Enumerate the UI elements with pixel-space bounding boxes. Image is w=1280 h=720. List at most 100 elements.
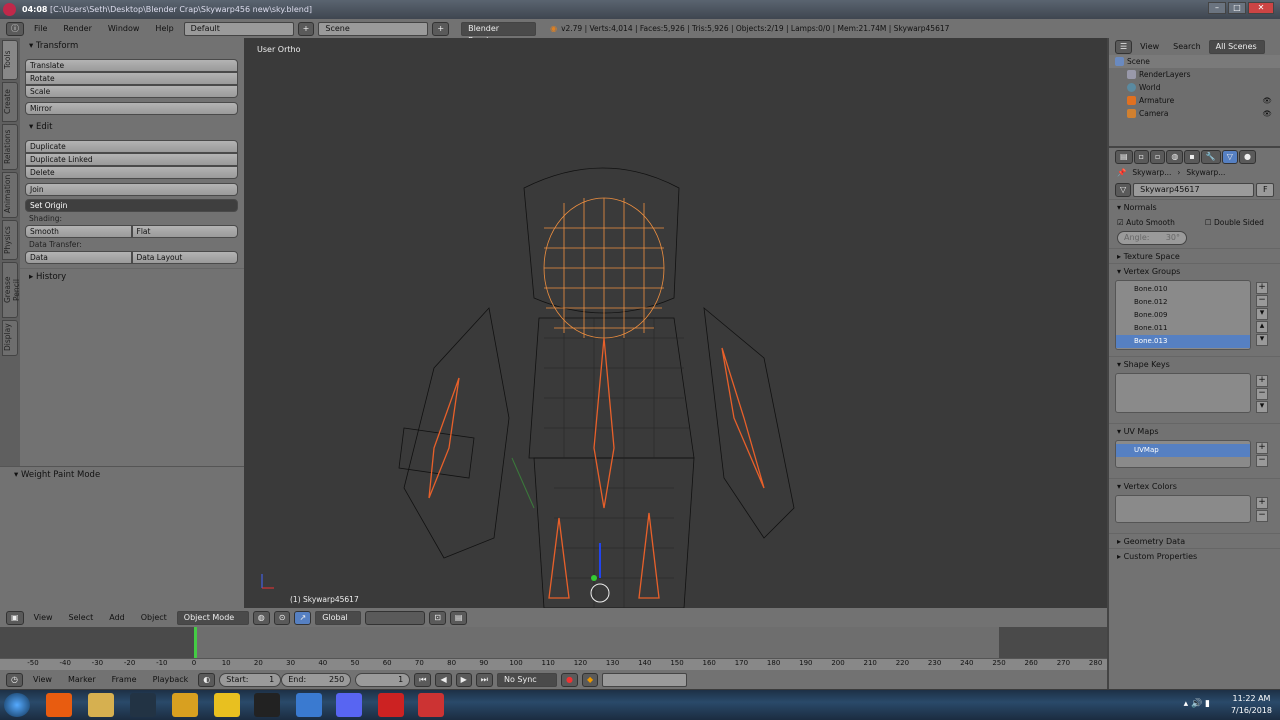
- steam-taskbar-icon[interactable]: [130, 693, 156, 717]
- play-button[interactable]: ▶: [455, 672, 472, 687]
- opera-taskbar-icon[interactable]: [378, 693, 404, 717]
- editor-type-timeline-button[interactable]: ◷: [6, 672, 23, 687]
- shape-key-specials-button[interactable]: ▾: [1256, 401, 1268, 413]
- menu-timeline-view[interactable]: View: [27, 675, 58, 684]
- vertex-group-item[interactable]: Bone.011: [1116, 322, 1250, 335]
- pin-icon[interactable]: 📌: [1117, 165, 1126, 181]
- tray-icons[interactable]: ▴ 🔊 ▮: [1184, 699, 1210, 709]
- scale-button[interactable]: Scale: [25, 85, 238, 98]
- outliner-item-camera[interactable]: Camera 👁: [1109, 107, 1280, 120]
- rotate-button[interactable]: Rotate: [25, 72, 238, 85]
- uv-map-list[interactable]: UVMap: [1115, 440, 1251, 468]
- scene-tab-icon[interactable]: ▫: [1149, 149, 1166, 164]
- render-engine-select[interactable]: Blender Render: [461, 21, 537, 45]
- manipulator-translate-button[interactable]: ↗: [294, 610, 312, 625]
- vertex-color-list[interactable]: [1115, 495, 1251, 523]
- world-tab-icon[interactable]: ◍: [1166, 149, 1184, 164]
- snap-button[interactable]: ⊡: [429, 610, 446, 625]
- layers-grid[interactable]: [365, 610, 426, 625]
- render-button[interactable]: ▤: [449, 610, 468, 625]
- vertex-group-item[interactable]: Bone.010: [1116, 283, 1250, 296]
- mirror-button[interactable]: Mirror: [25, 102, 238, 115]
- outliner-search-menu[interactable]: Search: [1167, 42, 1206, 51]
- vertex-groups-panel-header[interactable]: ▾ Vertex Groups: [1109, 263, 1280, 278]
- outliner-view-menu[interactable]: View: [1134, 42, 1165, 51]
- uv-map-item[interactable]: UVMap: [1116, 444, 1250, 457]
- editor-type-outliner-button[interactable]: ☰: [1115, 39, 1133, 54]
- app3-taskbar-icon[interactable]: [296, 693, 322, 717]
- keying-set-field[interactable]: [602, 672, 688, 687]
- remove-uv-map-button[interactable]: −: [1256, 455, 1268, 467]
- shape-keys-panel-header[interactable]: ▾ Shape Keys: [1109, 356, 1280, 371]
- data-layout-button[interactable]: Data Layout: [131, 251, 238, 264]
- vertex-group-specials-button[interactable]: ▾: [1256, 308, 1268, 320]
- custom-properties-panel-header[interactable]: ▸ Custom Properties: [1109, 548, 1280, 563]
- tab-grease-pencil[interactable]: Grease Pencil: [2, 262, 21, 318]
- delete-button[interactable]: Delete: [25, 166, 238, 179]
- double-sided-checkbox[interactable]: ☐ Double Sided: [1205, 218, 1264, 227]
- remove-vertex-color-button[interactable]: −: [1256, 510, 1268, 522]
- epic-games-taskbar-icon[interactable]: [254, 693, 280, 717]
- viewport-shading-button[interactable]: ◍: [252, 610, 270, 625]
- sync-mode-select[interactable]: No Sync: [496, 672, 557, 687]
- add-uv-map-button[interactable]: +: [1256, 442, 1268, 454]
- add-scene-button[interactable]: +: [432, 21, 450, 36]
- mesh-data-tab-icon[interactable]: ▽: [1221, 149, 1238, 164]
- menu-playback[interactable]: Playback: [147, 675, 195, 684]
- outliner-item-armature[interactable]: Armature 👁: [1109, 94, 1280, 107]
- render-tab-icon[interactable]: ▫: [1133, 149, 1149, 164]
- menu-file[interactable]: File: [28, 24, 53, 33]
- outliner-item-world[interactable]: World: [1109, 81, 1280, 94]
- outliner-filter-select[interactable]: All Scenes: [1208, 39, 1265, 54]
- auto-smooth-checkbox[interactable]: ☑ Auto Smooth: [1117, 218, 1175, 227]
- tab-display[interactable]: Display: [2, 320, 18, 356]
- preview-range-button[interactable]: ◐: [198, 672, 216, 687]
- material-tab-icon[interactable]: ●: [1238, 149, 1256, 164]
- move-up-button[interactable]: ▴: [1256, 321, 1268, 333]
- end-frame-field[interactable]: End: 250: [281, 672, 352, 687]
- record-button[interactable]: ●: [560, 672, 578, 687]
- tab-relations[interactable]: Relations: [2, 124, 18, 170]
- app2-taskbar-icon[interactable]: [214, 693, 240, 717]
- tab-animation[interactable]: Animation: [2, 172, 18, 218]
- menu-select[interactable]: Select: [63, 613, 100, 622]
- add-vertex-color-button[interactable]: +: [1256, 497, 1268, 509]
- editor-type-properties-button[interactable]: ▤: [1115, 149, 1133, 164]
- outliner-item-renderlayers[interactable]: RenderLayers: [1109, 68, 1280, 81]
- panel-edit-header[interactable]: ▾ Edit: [20, 119, 244, 135]
- uv-maps-panel-header[interactable]: ▾ UV Maps: [1109, 423, 1280, 438]
- modifier-tab-icon[interactable]: 🔧: [1200, 149, 1221, 164]
- menu-object[interactable]: Object: [135, 613, 173, 622]
- panel-transform-header[interactable]: ▾ Transform: [20, 38, 244, 54]
- jump-end-button[interactable]: ⏭: [475, 672, 493, 687]
- tab-physics[interactable]: Physics: [2, 220, 18, 260]
- pivot-point-button[interactable]: ⊙: [273, 610, 291, 625]
- minimize-button[interactable]: –: [1208, 2, 1226, 14]
- data-button[interactable]: Data: [25, 251, 132, 264]
- blender-taskbar-icon[interactable]: [418, 693, 444, 717]
- operator-panel-header[interactable]: ▾ Weight Paint Mode: [0, 467, 244, 483]
- close-button[interactable]: ✕: [1248, 2, 1274, 14]
- start-frame-field[interactable]: Start: 1: [219, 672, 282, 687]
- chrome-taskbar-icon[interactable]: [46, 693, 72, 717]
- flat-button[interactable]: Flat: [131, 225, 238, 238]
- tab-create[interactable]: Create: [2, 82, 18, 122]
- menu-add[interactable]: Add: [103, 613, 131, 622]
- join-button[interactable]: Join: [25, 183, 238, 196]
- angle-field[interactable]: Angle: 30°: [1117, 231, 1187, 245]
- add-shape-key-button[interactable]: +: [1256, 375, 1268, 387]
- explorer-taskbar-icon[interactable]: [88, 693, 114, 717]
- transform-orientation-select[interactable]: Global: [315, 610, 362, 625]
- menu-view[interactable]: View: [28, 613, 59, 622]
- panel-history-header[interactable]: ▸ History: [20, 268, 244, 284]
- jump-start-button[interactable]: ⏮: [414, 672, 432, 687]
- mode-select[interactable]: Object Mode: [176, 610, 249, 625]
- timeline-area[interactable]: [0, 627, 1107, 670]
- tab-tools[interactable]: Tools: [2, 40, 18, 80]
- visibility-eye-icon[interactable]: 👁: [1262, 107, 1272, 120]
- editor-type-3d-button[interactable]: ▣: [6, 610, 24, 625]
- geometry-data-panel-header[interactable]: ▸ Geometry Data: [1109, 533, 1280, 548]
- vertex-group-item[interactable]: Bone.009: [1116, 309, 1250, 322]
- menu-help[interactable]: Help: [149, 24, 179, 33]
- fake-user-button[interactable]: F: [1256, 183, 1274, 197]
